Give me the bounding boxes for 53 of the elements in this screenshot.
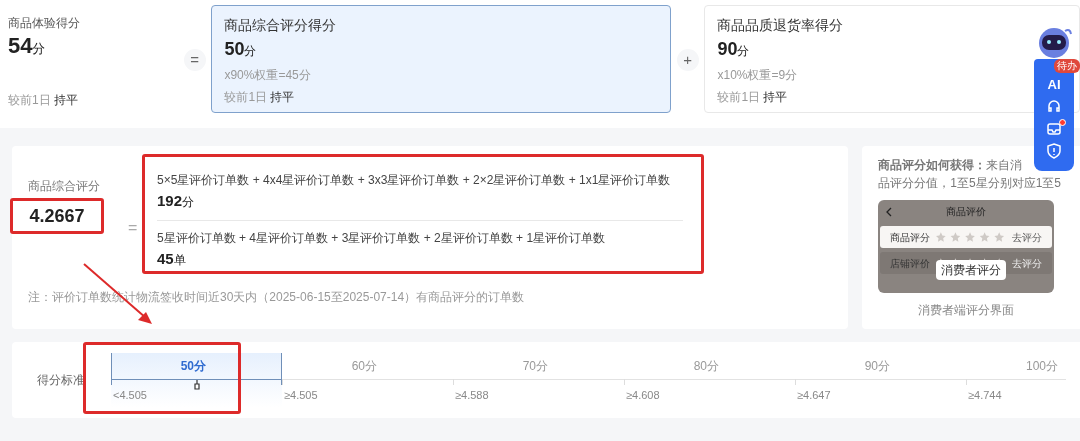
score-level: 50分 — [180, 358, 206, 375]
score-level: 90分 — [864, 358, 890, 375]
numerator-value: 192分 — [157, 191, 196, 211]
threshold-value: <4.505 — [113, 388, 147, 403]
equals-sign: = — [128, 218, 139, 238]
info-text: 商品评分如何获得：来自消 — [878, 157, 1024, 174]
score-value: 50分 — [224, 38, 257, 61]
tooltip: 消费者评分 — [936, 260, 1007, 280]
scale-segment[interactable]: 60分 ≥4.505 — [282, 353, 453, 407]
inbox-icon[interactable] — [1046, 121, 1062, 137]
summary-label: 商品体验得分 — [8, 15, 81, 32]
denominator-value: 45单 — [157, 249, 187, 269]
row-label: 店铺评价 — [890, 256, 931, 271]
scale-segment[interactable]: 70分 ≥4.588 — [453, 353, 624, 407]
pin-icon — [194, 380, 200, 390]
scale-label: 得分标准 — [36, 372, 86, 389]
card-title: 商品综合评分得分 — [224, 16, 337, 35]
shield-icon[interactable] — [1046, 143, 1062, 159]
info-text: 品评分分值，1至5星分别对应1至5 — [878, 175, 1063, 192]
numerator-formula: 5×5星评价订单数 + 4x4星评价订单数 + 3x3星评价订单数 + 2×2星评价订单数 + 1x1星评价订单数 — [157, 172, 672, 189]
formula-label: 商品综合评分 — [27, 178, 100, 195]
image-caption: 消费者端评分界面 — [917, 302, 1016, 319]
operator-sign: = — [183, 49, 206, 71]
back-icon — [886, 207, 893, 217]
threshold-value: ≥4.588 — [455, 388, 489, 403]
score-value: 90分 — [717, 38, 750, 61]
headset-icon[interactable] — [1046, 99, 1062, 115]
score-card[interactable]: 商品综合评分得分 50分 x90%权重=45分 较前1日 持平 — [211, 5, 671, 113]
compare-text: 较前1日 持平 — [224, 89, 295, 106]
screen-title: 商品评价 — [945, 206, 988, 218]
scale-segment[interactable]: 80分 ≥4.608 — [624, 353, 795, 407]
denominator-formula: 5星评价订单数 + 4星评价订单数 + 3星评价订单数 + 2星评价订单数 + 1星评价订单数 — [157, 230, 607, 247]
threshold-value: ≥4.647 — [797, 388, 831, 403]
row-label: 商品评分 — [890, 230, 931, 245]
scale-segment[interactable]: 90分 ≥4.647 — [795, 353, 966, 407]
weight-text: x10%权重=9分 — [717, 67, 798, 84]
card-title: 商品品质退货率得分 — [717, 16, 844, 35]
score-level: 80分 — [693, 358, 719, 375]
weight-text: x90%权重=45分 — [224, 67, 311, 84]
todo-badge[interactable]: 待办 — [1054, 59, 1080, 73]
threshold-value: ≥4.608 — [626, 388, 660, 403]
threshold-value: ≥4.744 — [968, 388, 1002, 403]
operator-sign: + — [676, 49, 699, 71]
compare-text: 较前1日 持平 — [8, 92, 80, 109]
ai-button[interactable]: AI — [1047, 77, 1061, 93]
score-level: 100分 — [1025, 358, 1058, 375]
score-level: 70分 — [522, 358, 548, 375]
summary-score: 54分 — [8, 32, 47, 60]
scale-segment[interactable]: 100分 ≥4.744 — [966, 353, 1066, 407]
compare-text: 较前1日 持平 — [717, 89, 788, 106]
score-level: 60分 — [351, 358, 377, 375]
rating-value: 4.2667 — [29, 204, 85, 228]
threshold-value: ≥4.505 — [284, 388, 318, 403]
